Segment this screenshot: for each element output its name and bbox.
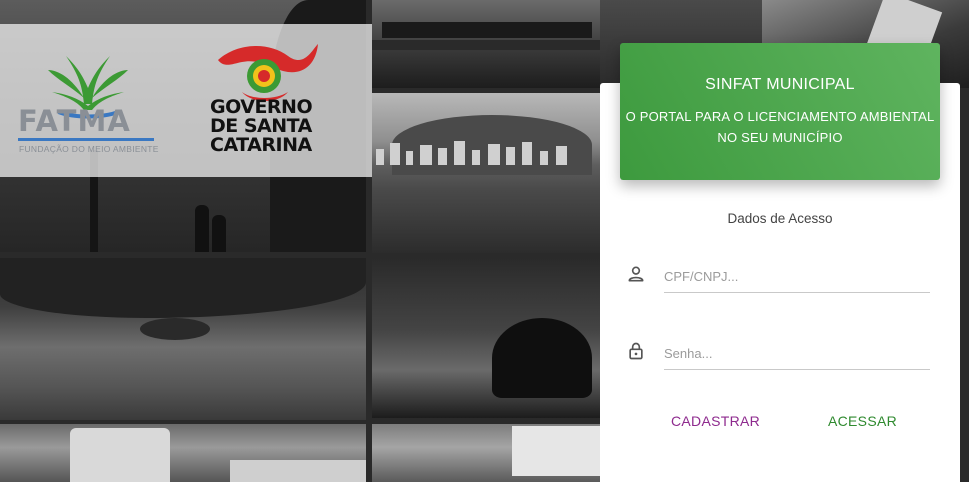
user-icon <box>628 266 644 282</box>
app-subtitle: O PORTAL PARA O LICENCIAMENTO AMBIENTAL … <box>620 106 940 148</box>
access-data-title: Dados de Acesso <box>727 211 833 226</box>
app-subtitle-line-2: NO SEU MUNICÍPIO <box>717 130 843 145</box>
fatma-subtitle: FUNDAÇÃO DO MEIO AMBIENTE <box>19 144 159 154</box>
photo-tile-train-bridge <box>372 0 600 88</box>
lock-icon <box>629 342 643 360</box>
logo-band: FATMA FUNDAÇÃO DO MEIO AMBIENTE GOVERNO … <box>0 24 372 177</box>
app-title: SINFAT MUNICIPAL <box>705 76 855 93</box>
photo-tile-trucks <box>0 424 366 482</box>
photo-tile-city-coast <box>372 93 600 253</box>
login-button[interactable]: ACESSAR <box>816 405 909 437</box>
app-subtitle-line-1: O PORTAL PARA O LICENCIAMENTO AMBIENTAL <box>625 109 935 124</box>
password-field <box>626 338 930 370</box>
cpf-cnpj-field <box>626 261 930 293</box>
fatma-wordmark: FATMA <box>18 104 131 138</box>
register-button[interactable]: CADASTRAR <box>659 405 772 437</box>
photo-tile-river-beach <box>0 258 366 420</box>
governo-wordmark: GOVERNO DE SANTA CATARINA <box>210 98 313 156</box>
fatma-underline <box>18 138 154 141</box>
login-card-header: SINFAT MUNICIPAL O PORTAL PARA O LICENCI… <box>620 43 940 180</box>
password-input[interactable] <box>664 338 930 370</box>
photo-tile-tree-lake <box>372 258 600 418</box>
governo-line-3: CATARINA <box>210 134 312 156</box>
cpf-cnpj-input[interactable] <box>664 261 930 293</box>
photo-tile-storefront <box>372 424 600 482</box>
